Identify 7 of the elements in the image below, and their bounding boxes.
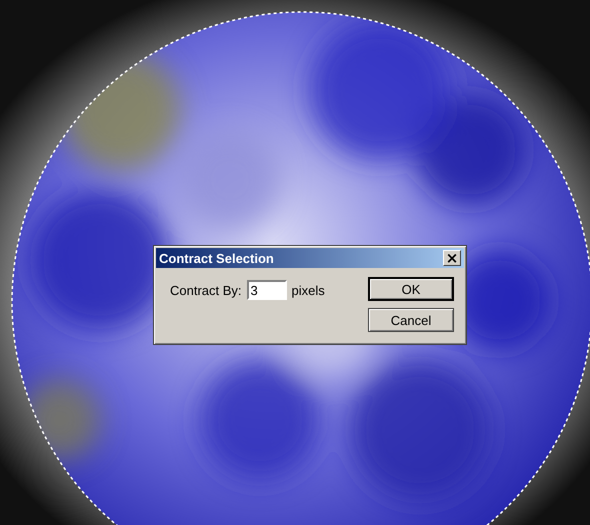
input-field[interactable]: 3 xyxy=(246,280,287,300)
dialog-title: Contract Selection xyxy=(159,250,274,266)
default-button[interactable]: OK xyxy=(368,277,454,301)
close-button[interactable]: × xyxy=(443,250,461,266)
dialog-button[interactable]: Cancel xyxy=(368,308,454,332)
unit-label: pixels xyxy=(292,282,325,298)
field-label: Contract By: xyxy=(170,282,242,298)
